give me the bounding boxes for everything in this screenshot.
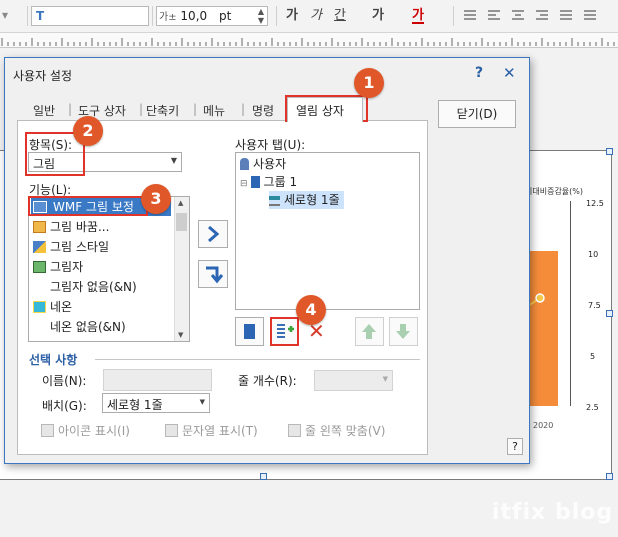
list-item[interactable]: 그림자 — [33, 258, 83, 276]
list-item[interactable]: 네온 없음(&N) — [33, 318, 126, 336]
font-size-value: 10,0 — [180, 9, 208, 23]
tick-label: 12.5 — [586, 199, 604, 208]
tick-label: 10 — [588, 250, 599, 259]
name-field[interactable] — [103, 369, 212, 391]
picture-style-icon — [33, 241, 46, 253]
style-glyph: T — [36, 9, 45, 23]
spin-icon[interactable]: ▲ ▼ — [258, 7, 264, 25]
user-tab-tree[interactable]: 사용자 ⊟ 그룹 1 세로형 1줄 — [235, 152, 420, 310]
help-button[interactable]: ? — [507, 438, 523, 455]
tree-item-root[interactable]: 사용자 — [240, 155, 286, 173]
move-up-button[interactable] — [355, 317, 384, 346]
close-icon[interactable]: ✕ — [503, 64, 516, 82]
layout-select[interactable]: 세로형 1줄 ▼ — [102, 393, 210, 413]
group-icon — [250, 176, 260, 188]
user-icon — [240, 158, 249, 170]
add-item-button[interactable] — [198, 220, 228, 248]
list-item[interactable]: 그림 바꿈... — [33, 218, 109, 236]
formatting-toolbar: ▾ T 가± 10,0 pt ▲ ▼ 가 가 간 가 가 — [0, 0, 618, 33]
chevron-down-icon[interactable]: ▾ — [2, 6, 24, 26]
resize-handle[interactable] — [260, 473, 267, 480]
list-item[interactable]: 그림 스타일 — [33, 238, 109, 256]
align-icons[interactable] — [462, 9, 612, 23]
tab-commands[interactable]: 명령 — [252, 102, 274, 119]
callout-4: 4 — [296, 295, 326, 325]
layout-label: 배치(G): — [42, 399, 87, 413]
insert-item-button[interactable] — [198, 260, 228, 288]
left-align-checkbox[interactable]: 줄 왼쪽 맞춤(V) — [288, 422, 385, 439]
help-icon[interactable]: ? — [475, 65, 483, 81]
list-item[interactable]: 그림자 없음(&N) — [33, 278, 137, 296]
name-label: 이름(N): — [42, 374, 87, 388]
italic-button[interactable]: 가 — [310, 7, 322, 25]
scroll-thumb — [176, 213, 187, 231]
resize-handle[interactable] — [606, 148, 613, 155]
tree-item-group[interactable]: ⊟ 그룹 1 — [240, 173, 297, 191]
style-select[interactable]: T — [31, 6, 149, 26]
tab-general[interactable]: 일반 — [33, 102, 55, 119]
tab-shortcuts[interactable]: 단축키 — [146, 102, 179, 119]
new-tab-button[interactable] — [235, 317, 264, 346]
tick-label: 2.5 — [586, 403, 599, 412]
bold-button[interactable]: 가 — [286, 7, 298, 25]
tick-label: 7.5 — [588, 301, 601, 310]
watermark: itfix blog — [492, 500, 614, 525]
shadow-icon — [33, 261, 46, 273]
rows-select[interactable]: ▼ — [314, 370, 393, 391]
move-down-button[interactable] — [389, 317, 418, 346]
new-group-button[interactable] — [270, 317, 299, 346]
neon-icon — [33, 301, 46, 313]
chevron-down-icon: ▼ — [170, 156, 177, 165]
chevron-down-icon: ▼ — [199, 398, 205, 406]
font-size-field[interactable]: 가± 10,0 pt ▲ ▼ — [156, 6, 268, 26]
tree-item-child[interactable]: 세로형 1줄 — [269, 191, 344, 209]
font-size-icon: 가± — [159, 12, 177, 23]
selection-group-title: 선택 사항 — [29, 353, 78, 367]
strike-button[interactable]: 가 — [372, 7, 384, 25]
underline-button[interactable]: 간 — [334, 7, 346, 25]
horizontal-ruler — [0, 33, 618, 48]
chevron-down-icon: ▼ — [382, 375, 388, 383]
list-item[interactable]: 네온 — [33, 298, 72, 316]
chart-axis-line — [570, 201, 571, 406]
chart-axis-title: 기대비증감율(%) — [525, 187, 584, 196]
tab-menu[interactable]: 메뉴 — [203, 102, 225, 119]
chart-point — [528, 293, 545, 307]
tick-label: 5 — [590, 352, 596, 361]
function-list[interactable]: WMF 그림 보정 그림 바꿈... 그림 스타일 그림자 그림자 없음(&N)… — [28, 196, 190, 342]
font-color-button[interactable]: 가 — [412, 7, 424, 24]
font-size-unit: pt — [219, 9, 232, 23]
wmf-icon — [33, 201, 47, 213]
scrollbar[interactable]: ▲ ▼ — [174, 197, 189, 341]
resize-handle[interactable] — [606, 310, 613, 317]
show-icon-checkbox[interactable]: 아이콘 표시(I) — [41, 422, 130, 439]
callout-3: 3 — [141, 184, 171, 214]
rows-label: 줄 개수(R): — [238, 374, 297, 388]
callout-1: 1 — [354, 68, 384, 98]
chart-year-label: 2020 — [533, 421, 554, 430]
show-text-checkbox[interactable]: 문자열 표시(T) — [165, 422, 258, 439]
layout-icon — [269, 196, 280, 206]
resize-handle[interactable] — [606, 473, 613, 480]
user-tab-label: 사용자 탭(U): — [235, 138, 306, 152]
callout-2: 2 — [73, 116, 103, 146]
close-button[interactable]: 닫기(D) — [438, 100, 516, 128]
tab-open-box[interactable]: 열림 상자 — [287, 97, 363, 122]
dialog-title: 사용자 설정 — [13, 69, 73, 83]
picture-swap-icon — [33, 221, 46, 233]
chart-bar — [528, 251, 558, 406]
